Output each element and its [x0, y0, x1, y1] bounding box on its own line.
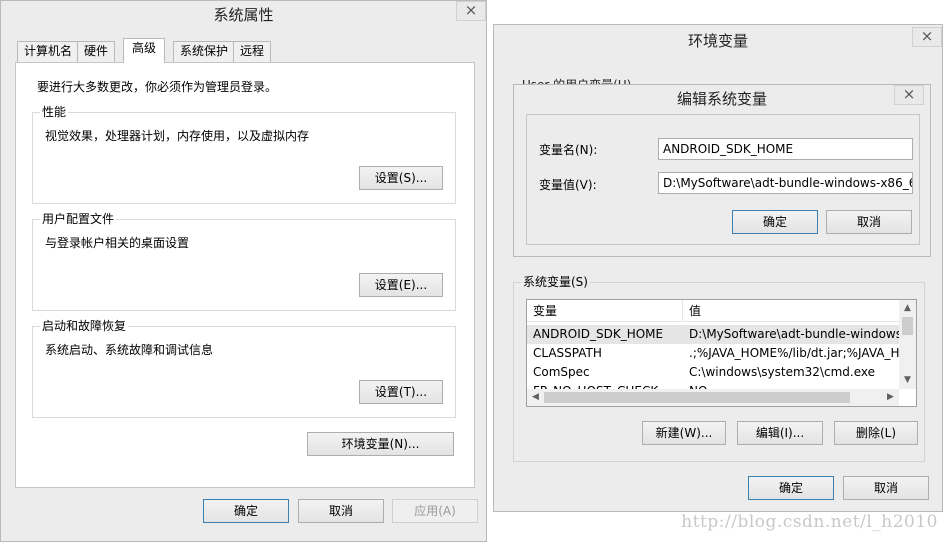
- variable-name-field[interactable]: ANDROID_SDK_HOME: [658, 138, 913, 160]
- tab-hardware[interactable]: 硬件: [77, 41, 116, 62]
- cancel-button[interactable]: 取消: [298, 499, 384, 523]
- apply-button[interactable]: 应用(A): [392, 499, 478, 523]
- system-variables-legend: 系统变量(S): [521, 274, 590, 290]
- new-variable-button[interactable]: 新建(W)...: [642, 421, 726, 445]
- user-variables-label: User 的用户变量(U): [522, 77, 631, 84]
- variable-value: D:\MySoftware\adt-bundle-windows: [689, 327, 901, 341]
- variable-value-label: 变量值(V):: [539, 178, 597, 192]
- scroll-left-icon[interactable]: ◀: [527, 389, 544, 406]
- close-icon: ×: [920, 27, 934, 45]
- edit-variable-button[interactable]: 编辑(I)...: [737, 421, 823, 445]
- tab-computer-name[interactable]: 计算机名: [17, 41, 80, 62]
- column-header-value[interactable]: 值: [683, 300, 901, 322]
- variable-name: ANDROID_SDK_HOME: [533, 327, 664, 341]
- startup-recovery-group: 启动和故障恢复 系统启动、系统故障和调试信息 设置(T)...: [32, 318, 456, 418]
- env-cancel-button[interactable]: 取消: [843, 476, 929, 500]
- environment-variables-button[interactable]: 环境变量(N)...: [307, 432, 454, 456]
- horizontal-scroll-thumb[interactable]: [544, 392, 850, 403]
- performance-settings-button[interactable]: 设置(S)...: [359, 166, 443, 190]
- table-row[interactable]: CLASSPATH .;%JAVA_HOME%/lib/dt.jar;%JAVA…: [527, 344, 901, 363]
- startup-recovery-description: 系统启动、系统故障和调试信息: [45, 343, 214, 357]
- user-profiles-description: 与登录帐户相关的桌面设置: [45, 236, 190, 250]
- system-variables-list[interactable]: 变量 值 ANDROID_SDK_HOME D:\MySoftware\adt-…: [526, 299, 917, 407]
- close-button[interactable]: ×: [456, 1, 486, 21]
- user-profiles-legend: 用户配置文件: [40, 211, 117, 227]
- table-row[interactable]: ANDROID_SDK_HOME D:\MySoftware\adt-bundl…: [527, 325, 901, 344]
- column-header-variable[interactable]: 变量: [527, 300, 683, 322]
- tab-advanced[interactable]: 高级: [123, 38, 166, 63]
- variable-name: CLASSPATH: [533, 346, 602, 360]
- scroll-up-icon[interactable]: ▲: [899, 300, 916, 317]
- edit-variable-panel: 变量名(N): ANDROID_SDK_HOME 变量值(V): D:\MySo…: [526, 114, 920, 245]
- advanced-tab-panel: 要进行大多数更改，你必须作为管理员登录。 性能 视觉效果，处理器计划，内存使用，…: [15, 62, 475, 488]
- window-title: 系统属性: [213, 6, 274, 24]
- vertical-scrollbar[interactable]: ▲ ▼: [899, 300, 916, 389]
- variable-value: .;%JAVA_HOME%/lib/dt.jar;%JAVA_H: [689, 346, 900, 360]
- close-icon: ×: [464, 1, 478, 19]
- table-row[interactable]: ComSpec C:\windows\system32\cmd.exe: [527, 363, 901, 382]
- user-profiles-group: 用户配置文件 与登录帐户相关的桌面设置 设置(E)...: [32, 211, 456, 311]
- env-close-button[interactable]: ×: [912, 27, 942, 47]
- edit-system-variable-window: 编辑系统变量 × 变量名(N): ANDROID_SDK_HOME 变量值(V)…: [513, 84, 931, 257]
- tab-remote[interactable]: 远程: [233, 41, 272, 62]
- close-icon: ×: [902, 85, 916, 103]
- edit-window-title: 编辑系统变量: [676, 90, 767, 108]
- scroll-right-icon[interactable]: ▶: [882, 389, 899, 406]
- system-variables-group: 系统变量(S) 变量 值 ANDROID_SDK_HOME D:\MySoftw…: [513, 274, 925, 462]
- variable-name: ComSpec: [533, 365, 590, 379]
- edit-close-button[interactable]: ×: [894, 85, 924, 105]
- edit-ok-button[interactable]: 确定: [732, 210, 818, 234]
- variable-value: C:\windows\system32\cmd.exe: [689, 365, 875, 379]
- performance-group: 性能 视觉效果，处理器计划，内存使用，以及虚拟内存 设置(S)...: [32, 104, 456, 204]
- startup-recovery-settings-button[interactable]: 设置(T)...: [359, 380, 443, 404]
- variable-name-label: 变量名(N):: [539, 143, 598, 157]
- admin-note: 要进行大多数更改，你必须作为管理员登录。: [37, 80, 278, 94]
- performance-legend: 性能: [40, 104, 69, 120]
- startup-recovery-legend: 启动和故障恢复: [40, 318, 129, 334]
- variable-value-field[interactable]: D:\MySoftware\adt-bundle-windows-x86_6: [658, 172, 913, 194]
- ok-button[interactable]: 确定: [203, 499, 289, 523]
- scroll-down-icon[interactable]: ▼: [899, 372, 916, 389]
- horizontal-scrollbar[interactable]: ◀ ▶: [527, 389, 899, 406]
- list-header: 变量 值: [527, 300, 916, 322]
- edit-cancel-button[interactable]: 取消: [826, 210, 912, 234]
- env-ok-button[interactable]: 确定: [748, 476, 834, 500]
- user-profiles-settings-button[interactable]: 设置(E)...: [359, 273, 443, 297]
- vertical-scroll-thumb[interactable]: [902, 317, 913, 335]
- watermark: http://blog.csdn.net/l_h2010: [681, 512, 938, 532]
- system-properties-window: 系统属性 × 计算机名 硬件 高级 系统保护 远程 要进行大多数更改，你必须作为…: [0, 0, 487, 542]
- performance-description: 视觉效果，处理器计划，内存使用，以及虚拟内存: [45, 129, 310, 143]
- tab-system-protection[interactable]: 系统保护: [173, 41, 236, 62]
- delete-variable-button[interactable]: 删除(L): [834, 421, 918, 445]
- env-window-title: 环境变量: [687, 32, 748, 50]
